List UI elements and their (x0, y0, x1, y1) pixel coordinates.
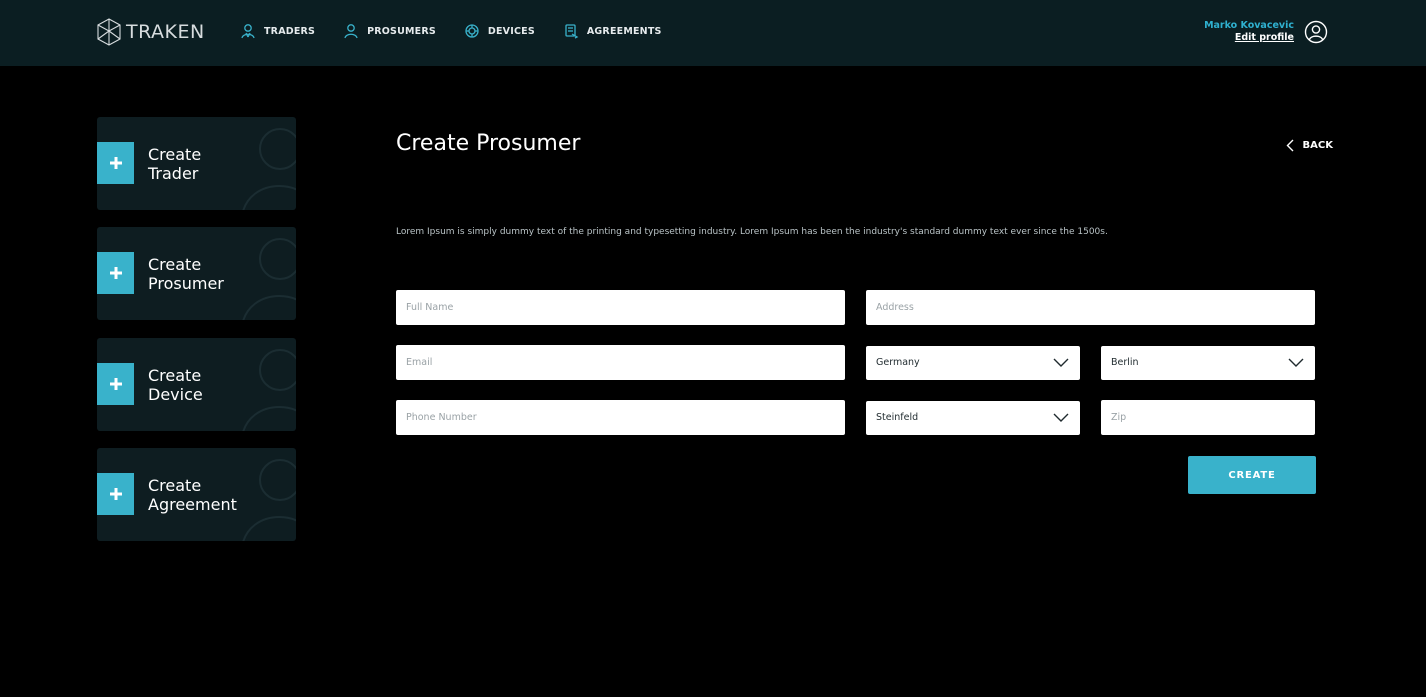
address-input[interactable] (866, 290, 1315, 325)
traders-icon (241, 24, 255, 39)
traken-logo-icon (97, 18, 121, 46)
back-label: BACK (1302, 140, 1333, 151)
chevron-down-icon (1288, 358, 1304, 367)
edit-profile-link[interactable]: Edit profile (1204, 32, 1294, 44)
nav-agreements-label: AGREEMENTS (586, 25, 662, 37)
email-input[interactable] (396, 345, 845, 380)
create-trader-card[interactable]: Create Trader (97, 117, 296, 210)
card-background-figure-icon (242, 349, 296, 431)
create-button[interactable]: CREATE (1188, 456, 1316, 494)
district-select-value: Steinfeld (876, 412, 919, 423)
full-name-input[interactable] (396, 290, 845, 325)
zip-input[interactable] (1101, 400, 1315, 435)
chevron-down-icon (1053, 413, 1069, 422)
nav-prosumers[interactable]: PROSUMERS (343, 23, 436, 39)
city-select[interactable]: Berlin (1101, 346, 1315, 380)
create-agreement-label: Create Agreement (148, 476, 237, 514)
page-title: Create Prosumer (396, 131, 581, 156)
plus-icon (97, 363, 134, 405)
nav-devices-label: DEVICES (487, 25, 535, 37)
create-device-card[interactable]: Create Device (97, 338, 296, 431)
prosumers-icon (344, 24, 358, 39)
create-device-label: Create Device (148, 366, 203, 404)
nav-prosumers-label: PROSUMERS (367, 25, 436, 37)
create-prosumer-label: Create Prosumer (148, 255, 224, 293)
district-select[interactable]: Steinfeld (866, 401, 1080, 435)
devices-icon (465, 24, 479, 38)
nav-traders-label: TRADERS (264, 25, 316, 37)
back-button[interactable]: BACK (1286, 139, 1333, 152)
agreements-icon (565, 24, 579, 39)
logo-text: TRAKEN (126, 21, 205, 43)
main-nav: TRADERS PROSUMERS DEVICES AGREEMENTS (240, 23, 690, 39)
user-menu: Marko Kovacevic Edit profile (1204, 20, 1328, 44)
create-trader-label: Create Trader (148, 145, 202, 183)
plus-icon (97, 142, 134, 184)
app-logo[interactable]: TRAKEN (96, 18, 205, 46)
nav-traders[interactable]: TRADERS (240, 23, 315, 39)
create-agreement-card[interactable]: Create Agreement (97, 448, 296, 541)
card-background-figure-icon (242, 459, 296, 541)
nav-agreements[interactable]: AGREEMENTS (563, 23, 662, 39)
country-select-value: Germany (876, 357, 920, 368)
create-prosumer-card[interactable]: Create Prosumer (97, 227, 296, 320)
chevron-left-icon (1286, 139, 1294, 152)
user-name: Marko Kovacevic (1204, 20, 1294, 31)
page-description: Lorem Ipsum is simply dummy text of the … (396, 227, 1108, 237)
card-background-figure-icon (242, 238, 296, 320)
user-avatar-icon[interactable] (1304, 20, 1328, 44)
phone-number-input[interactable] (396, 400, 845, 435)
card-background-figure-icon (242, 128, 296, 210)
chevron-down-icon (1053, 358, 1069, 367)
nav-devices[interactable]: DEVICES (464, 23, 535, 39)
city-select-value: Berlin (1111, 357, 1139, 368)
plus-icon (97, 252, 134, 294)
country-select[interactable]: Germany (866, 346, 1080, 380)
plus-icon (97, 473, 134, 515)
top-navigation-bar: TRAKEN TRADERS PROSUMERS DEVICES AGREEME… (0, 0, 1426, 66)
